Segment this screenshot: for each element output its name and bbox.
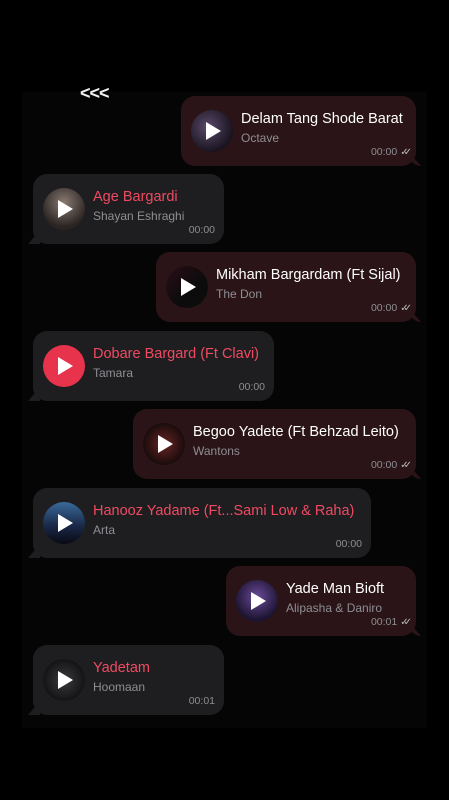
audio-message[interactable]: Begoo Yadete (Ft Behzad Leito) Wantons 0… xyxy=(133,409,416,479)
track-title: Delam Tang Shode Barat xyxy=(241,111,403,127)
play-icon[interactable] xyxy=(58,671,73,689)
track-title: Hanooz Yadame (Ft...Sami Low & Raha) xyxy=(93,503,355,519)
message-meta: 00:00 ✓✓ xyxy=(370,302,412,314)
play-icon[interactable] xyxy=(58,514,73,532)
album-cover[interactable] xyxy=(166,266,208,308)
album-cover[interactable] xyxy=(191,110,233,152)
double-check-icon: ✓✓ xyxy=(400,147,412,158)
track-title: Age Bargardi xyxy=(93,189,178,205)
audio-message[interactable]: Dobare Bargard (Ft Clavi) Tamara 00:00 xyxy=(33,331,274,401)
message-meta: 00:01 xyxy=(189,695,215,707)
play-button[interactable] xyxy=(43,345,85,387)
track-artist: Alipasha & Daniro xyxy=(286,601,383,615)
message-time: 00:00 xyxy=(370,459,398,471)
message-meta: 00:00 ✓✓ xyxy=(370,459,412,471)
message-time: 00:01 xyxy=(188,695,215,707)
message-meta: 00:00 xyxy=(336,538,362,550)
track-artist: The Don xyxy=(216,287,263,301)
message-time: 00:01 xyxy=(370,616,398,628)
play-icon[interactable] xyxy=(206,122,221,140)
audio-message[interactable]: Yadetam Hoomaan 00:01 xyxy=(33,645,224,715)
track-title: Yade Man Bioft xyxy=(286,581,385,597)
message-time: 00:00 xyxy=(238,381,265,393)
audio-message[interactable]: Delam Tang Shode Barat Octave 00:00 ✓✓ xyxy=(181,96,416,166)
message-time: 00:00 xyxy=(370,146,398,158)
double-check-icon: ✓✓ xyxy=(400,303,412,314)
track-artist: Arta xyxy=(93,523,116,537)
message-time: 00:00 xyxy=(335,538,362,550)
track-artist: Tamara xyxy=(93,366,134,380)
track-artist: Octave xyxy=(241,131,280,145)
message-meta: 00:00 xyxy=(239,381,265,393)
track-title: Yadetam xyxy=(93,660,150,676)
double-check-icon: ✓✓ xyxy=(400,460,412,471)
play-icon[interactable] xyxy=(181,278,196,296)
track-artist: Shayan Eshraghi xyxy=(93,209,185,223)
message-time: 00:00 xyxy=(370,302,398,314)
album-cover[interactable] xyxy=(236,580,278,622)
play-icon[interactable] xyxy=(58,200,73,218)
album-cover[interactable] xyxy=(43,659,85,701)
double-check-icon: ✓✓ xyxy=(400,617,412,628)
album-cover[interactable] xyxy=(143,423,185,465)
audio-message[interactable]: Hanooz Yadame (Ft...Sami Low & Raha) Art… xyxy=(33,488,371,558)
message-meta: 00:00 xyxy=(189,224,215,236)
audio-message[interactable]: Age Bargardi Shayan Eshraghi 00:00 xyxy=(33,174,224,244)
track-artist: Hoomaan xyxy=(93,680,146,694)
audio-message[interactable]: Mikham Bargardam (Ft Sijal) The Don 00:0… xyxy=(156,252,416,322)
track-title: Mikham Bargardam (Ft Sijal) xyxy=(216,267,401,283)
message-time: 00:00 xyxy=(188,224,215,236)
track-title: Dobare Bargard (Ft Clavi) xyxy=(93,346,259,362)
album-cover[interactable] xyxy=(43,502,85,544)
play-icon[interactable] xyxy=(58,357,73,375)
track-artist: Wantons xyxy=(193,444,240,458)
audio-message[interactable]: Yade Man Bioft Alipasha & Daniro 00:01 ✓✓ xyxy=(226,566,416,636)
play-icon[interactable] xyxy=(251,592,266,610)
back-arrows-icon[interactable]: <<< xyxy=(80,83,110,104)
message-meta: 00:01 ✓✓ xyxy=(370,616,412,628)
track-title: Begoo Yadete (Ft Behzad Leito) xyxy=(193,424,399,440)
album-cover[interactable] xyxy=(43,188,85,230)
play-icon[interactable] xyxy=(158,435,173,453)
message-meta: 00:00 ✓✓ xyxy=(370,146,412,158)
